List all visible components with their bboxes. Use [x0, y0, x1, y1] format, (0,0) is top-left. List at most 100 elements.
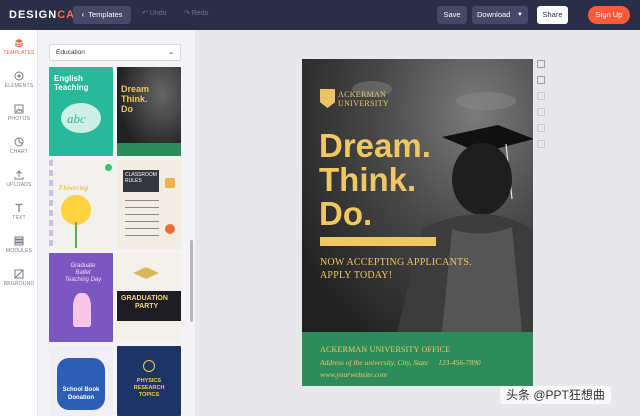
- sidebar-item-uploads[interactable]: UPLOADS: [0, 170, 38, 188]
- thumb-title-line: School Book: [62, 387, 100, 393]
- download-label: Download: [477, 10, 511, 19]
- watermark: 头条 @PPT狂想曲: [500, 386, 640, 412]
- thumb-title-line: PHYSICS: [136, 378, 162, 384]
- thumb-title-line: Donation: [68, 395, 94, 401]
- office-name[interactable]: ACKERMAN UNIVERSITY OFFICE: [320, 345, 450, 354]
- thumb-abc-icon: abc: [67, 111, 86, 126]
- admissions-line: APPLY TODAY!: [320, 270, 393, 281]
- left-sidebar: TEMPLATES ELEMENTS PHOTOS CHART UPLOADS …: [0, 30, 38, 416]
- thumb-stripes: [49, 160, 53, 249]
- modules-icon: [14, 236, 24, 246]
- thumb-title-line: GRADUATION: [121, 295, 168, 302]
- sidebar-item-background[interactable]: BKGROUND: [0, 269, 38, 287]
- template-thumbnail-graduation-party[interactable]: GRADUATION PARTY: [117, 253, 181, 342]
- templates-button[interactable]: ‹ Templates: [73, 6, 131, 24]
- undo-button[interactable]: ↶ Undo: [142, 9, 167, 17]
- sidebar-item-label: TEXT: [12, 215, 26, 221]
- thumb-chalkboard: CLASSROOM RULES: [123, 170, 159, 192]
- thumb-title-line: Teaching Day: [64, 277, 102, 283]
- template-thumbnail-school-book-donation[interactable]: School Book Donation: [49, 346, 113, 416]
- address-text: Address of the university, City, State: [320, 358, 429, 367]
- atom-icon: [143, 360, 155, 372]
- save-button[interactable]: Save: [437, 6, 467, 24]
- phone-text: 123-456-7890: [438, 358, 481, 367]
- top-bar: DESIGNCAP ‹ Templates ↶ Undo ↷ Redo Save …: [0, 0, 640, 30]
- headline-do[interactable]: Do.: [319, 197, 372, 230]
- sidebar-item-chart[interactable]: CHART: [0, 137, 38, 155]
- chevron-down-icon: ▼: [517, 12, 523, 18]
- copy-page-icon[interactable]: [537, 76, 545, 84]
- admissions-line: NOW ACCEPTING APPLICANTS.: [320, 257, 472, 268]
- watermark-text: 头条 @PPT狂想曲: [500, 386, 611, 404]
- category-select-value: Education: [56, 49, 85, 56]
- dancer-icon: [73, 293, 91, 327]
- thumb-title-line: Graduate: [70, 263, 96, 269]
- address-line[interactable]: Address of the university, City, State 1…: [320, 358, 481, 367]
- category-select[interactable]: Education ⌄: [49, 44, 181, 61]
- sidebar-item-label: ELEMENTS: [4, 83, 34, 89]
- thumb-title-line: RULES: [125, 178, 142, 184]
- chart-icon: [14, 137, 24, 147]
- thumb-title: GRADUATION PARTY: [121, 295, 168, 311]
- move-down-icon[interactable]: [537, 108, 545, 116]
- photo-icon: [14, 104, 24, 114]
- share-button[interactable]: Share: [537, 6, 568, 24]
- undo-icon: ↶: [142, 10, 148, 17]
- panel-scrollbar[interactable]: [190, 240, 193, 322]
- sidebar-item-label: MODULES: [5, 248, 33, 254]
- thumb-badge: [57, 358, 105, 410]
- templates-button-label: Templates: [88, 10, 123, 19]
- admissions-text[interactable]: NOW ACCEPTING APPLICANTS. APPLY TODAY!: [320, 256, 472, 282]
- flower-icon: [61, 195, 91, 225]
- website-text[interactable]: www.yourwebsite.com: [320, 370, 387, 379]
- elements-icon: [14, 71, 24, 81]
- headline-dream[interactable]: Dream.: [319, 129, 431, 162]
- upload-icon: [14, 170, 24, 180]
- thumb-title-line: Teaching: [54, 83, 89, 92]
- move-up-icon[interactable]: [537, 92, 545, 100]
- page-settings-icon[interactable]: [537, 60, 545, 68]
- sidebar-item-text[interactable]: TEXT: [0, 203, 38, 221]
- template-thumbnail-dream-think-do[interactable]: Dream Think. Do: [117, 67, 181, 156]
- template-thumbnail-english-teaching[interactable]: English Teaching abc: [49, 67, 113, 156]
- thumb-title: English Teaching: [54, 74, 89, 92]
- thumb-title-line: Think.: [121, 94, 148, 104]
- sidebar-item-label: BKGROUND: [3, 281, 35, 287]
- template-thumbnail-physics-research[interactable]: PHYSICS RESEARCH TOPICS: [117, 346, 181, 416]
- thumb-title-line: TOPICS: [138, 392, 160, 398]
- thumb-footer: [117, 143, 181, 156]
- collapse-icon[interactable]: [537, 124, 545, 132]
- logo-prefix: DESIGN: [9, 9, 58, 21]
- chevron-left-icon: ‹: [81, 10, 85, 19]
- template-thumbnail-flowering[interactable]: Flowering: [49, 160, 113, 249]
- thumb-title: Flowering: [59, 184, 89, 192]
- template-thumbnail-classroom-rules[interactable]: CLASSROOM RULES: [117, 160, 181, 249]
- thumb-title-line: English: [54, 74, 83, 83]
- thumb-rule-lines: [125, 197, 159, 241]
- download-button[interactable]: Download ▼: [472, 6, 528, 24]
- stem: [75, 222, 77, 248]
- sidebar-item-elements[interactable]: ELEMENTS: [0, 71, 38, 89]
- sidebar-item-modules[interactable]: MODULES: [0, 236, 38, 254]
- chevron-down-icon: ⌄: [168, 49, 174, 56]
- university-name[interactable]: ACKERMAN UNIVERSITY: [338, 90, 389, 108]
- pencil-icon: [165, 178, 175, 188]
- thumb-title: Graduate Ballet Teaching Day: [63, 263, 103, 284]
- selected-check-icon: [105, 164, 112, 171]
- headline-think[interactable]: Think.: [319, 163, 416, 196]
- sidebar-item-label: CHART: [9, 149, 29, 155]
- poster-canvas[interactable]: ACKERMAN UNIVERSITY Dream. Think. Do. NO…: [302, 59, 533, 386]
- signup-button[interactable]: Sign Up: [588, 6, 630, 24]
- accent-bar[interactable]: [320, 237, 436, 246]
- layers-icon: [14, 39, 24, 48]
- thumb-title: School Book Donation: [59, 386, 103, 402]
- university-name-line: ACKERMAN: [338, 90, 387, 99]
- sidebar-item-templates[interactable]: TEMPLATES: [0, 38, 38, 56]
- delete-page-icon[interactable]: [537, 140, 545, 148]
- template-thumbnail-ballet[interactable]: Graduate Ballet Teaching Day: [49, 253, 113, 342]
- redo-button[interactable]: ↷ Redo: [184, 9, 209, 17]
- redo-label: Redo: [191, 10, 209, 17]
- background-icon: [14, 269, 24, 279]
- sidebar-item-photos[interactable]: PHOTOS: [0, 104, 38, 122]
- thumb-title-line: Dream: [121, 84, 150, 94]
